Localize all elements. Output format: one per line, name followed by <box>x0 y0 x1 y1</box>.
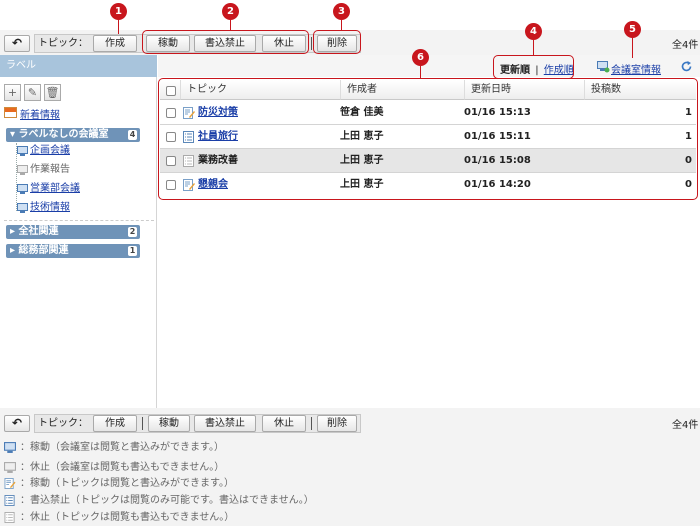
topic-write-blocked-icon <box>4 494 15 506</box>
callout-2-box <box>142 30 309 54</box>
delete-button-bottom[interactable]: 削除 <box>317 415 357 432</box>
room-info-link[interactable]: 会議室情報 <box>611 61 661 76</box>
back-button[interactable]: ↶ <box>4 35 30 52</box>
caret-right-icon: ▸ <box>10 226 16 237</box>
callout-stem <box>533 40 534 55</box>
room-item[interactable]: 作業報告 <box>30 164 70 176</box>
callout-stem <box>230 20 231 30</box>
toolbar-separator <box>311 417 312 430</box>
create-button-bottom[interactable]: 作成 <box>93 415 137 432</box>
monitor-off-icon <box>17 165 28 175</box>
callout-2: 2 <box>222 3 239 20</box>
monitor-icon <box>17 184 28 194</box>
label-sidebar: ラベル + ✎ 🗑 新着情報 ▾ ラベルなしの会議室 4 企画会議 作業報告 営… <box>0 55 157 408</box>
folder-label: 総務部関連 <box>18 245 69 256</box>
create-button[interactable]: 作成 <box>93 35 137 52</box>
room-item[interactable]: 企画会議 <box>30 145 70 157</box>
back-button-bottom[interactable]: ↶ <box>4 415 30 432</box>
callout-stem <box>341 20 342 30</box>
topic-label-bottom: トピック： <box>38 418 88 429</box>
callout-stem <box>420 66 421 78</box>
monitor-icon <box>17 203 28 213</box>
refresh-icon[interactable] <box>680 60 693 73</box>
monitor-icon <box>4 441 16 453</box>
folder-count-badge: 2 <box>128 227 137 237</box>
legend-room-active: ：稼動（会議室は閲覧と書込みができます。） <box>4 438 224 453</box>
activate-button-bottom[interactable]: 稼動 <box>148 415 190 432</box>
legend-text: ：稼動（会議室は閲覧と書込みができます。） <box>20 442 224 453</box>
sidebar-divider <box>4 220 154 221</box>
caret-right-icon: ▸ <box>10 245 16 256</box>
legend-text: ：休止（会議室は閲覧も書込もできません。） <box>20 462 225 473</box>
topic-paused-icon <box>4 511 15 523</box>
folder-label: ラベルなしの会議室 <box>18 129 109 140</box>
sidebar-title: ラベル <box>0 55 157 77</box>
monitor-icon <box>17 146 28 156</box>
callout-3-box <box>313 30 361 54</box>
add-label-icon[interactable]: + <box>4 84 21 101</box>
folder-count-badge: 1 <box>128 246 137 256</box>
topic-active-icon <box>4 477 16 489</box>
monitor-off-icon <box>4 461 16 473</box>
toolbar-separator <box>142 417 143 430</box>
callout-4-box <box>493 55 574 79</box>
news-link[interactable]: 新着情報 <box>20 106 60 121</box>
total-count-bottom: 全4件 <box>672 420 699 431</box>
edit-label-icon[interactable]: ✎ <box>24 84 41 101</box>
topic-label: トピック： <box>38 38 88 49</box>
callout-6: 6 <box>412 49 429 66</box>
folder-general-affairs[interactable]: ▸ 総務部関連 1 <box>6 244 140 258</box>
callout-1: 1 <box>110 3 127 20</box>
pause-button-bottom[interactable]: 休止 <box>262 415 306 432</box>
news-icon <box>4 107 17 118</box>
legend-room-paused: ：休止（会議室は閲覧も書込もできません。） <box>4 458 224 473</box>
room-item[interactable]: 技術情報 <box>30 202 70 214</box>
folder-label: 全社関連 <box>18 226 59 237</box>
room-item[interactable]: 営業部会議 <box>30 183 80 195</box>
legend-text: ：書込禁止（トピックは閲覧のみ可能です。書込はできません。） <box>20 495 314 506</box>
folder-count-badge: 4 <box>128 130 137 140</box>
write-block-button-bottom[interactable]: 書込禁止 <box>194 415 256 432</box>
legend-topic-write-blocked: ：書込禁止（トピックは閲覧のみ可能です。書込はできません。） <box>4 491 314 506</box>
legend-text: ：稼動（トピックは閲覧と書込みができます。） <box>20 478 234 489</box>
trash-label-icon[interactable]: 🗑 <box>44 84 61 101</box>
legend-topic-paused: ：休止（トピックは閲覧も書込もできません。） <box>4 508 234 523</box>
callout-5: 5 <box>624 21 641 38</box>
folder-unlabeled[interactable]: ▾ ラベルなしの会議室 4 <box>6 128 140 142</box>
caret-down-icon: ▾ <box>10 129 16 140</box>
total-count: 全4件 <box>672 40 699 51</box>
callout-3: 3 <box>333 3 350 20</box>
toolbar-separator <box>311 37 312 50</box>
callout-4: 4 <box>525 23 542 40</box>
legend-text: ：休止（トピックは閲覧も書込もできません。） <box>20 512 235 523</box>
legend-topic-active: ：稼動（トピックは閲覧と書込みができます。） <box>4 474 234 489</box>
room-info-icon <box>597 61 610 73</box>
callout-6-box <box>158 78 698 200</box>
folder-company[interactable]: ▸ 全社関連 2 <box>6 225 140 239</box>
callout-stem <box>632 38 633 58</box>
callout-stem <box>118 20 119 34</box>
